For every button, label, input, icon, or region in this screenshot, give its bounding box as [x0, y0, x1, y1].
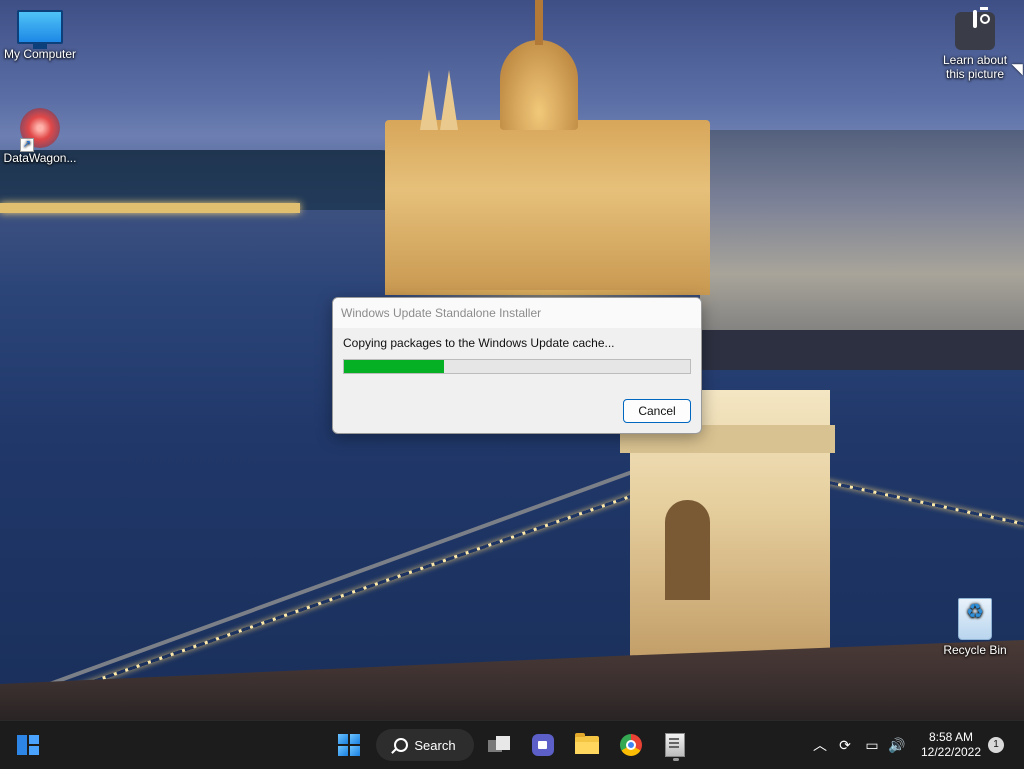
- dialog-message: Copying packages to the Windows Update c…: [343, 336, 615, 350]
- wallpaper-tower-right: [440, 70, 458, 130]
- monitor-icon: [17, 10, 63, 49]
- wallpaper-parliament: [385, 120, 710, 295]
- camera-icon: [955, 10, 995, 50]
- desktop-icon-learn-about-picture[interactable]: Learn about this picture: [935, 10, 1015, 81]
- cancel-button[interactable]: Cancel: [623, 399, 691, 423]
- recycle-bin-icon: ♻: [958, 598, 992, 640]
- desktop-icon-label: Recycle Bin: [943, 643, 1007, 657]
- desktop-icon-recycle-bin[interactable]: ♻ Recycle Bin: [935, 598, 1015, 657]
- datawagon-icon: ↗: [20, 108, 60, 152]
- desktop-icon-datawagon[interactable]: ↗ DataWagon...: [0, 108, 80, 165]
- widgets-icon: [17, 735, 39, 755]
- chrome-icon: [620, 734, 642, 756]
- wallpaper-far-bridge: [0, 203, 300, 213]
- shortcut-arrow-icon: ↗: [20, 138, 34, 152]
- clock-date: 12/22/2022: [920, 745, 982, 759]
- wallpaper-spire: [535, 0, 543, 45]
- clock-time: 8:58 AM: [928, 730, 974, 744]
- desktop-icon-label: My Computer: [3, 47, 77, 61]
- folder-icon: [575, 733, 599, 754]
- installer-icon: [665, 733, 685, 757]
- running-indicator: [673, 758, 679, 761]
- task-view-button[interactable]: [484, 729, 516, 761]
- sync-icon[interactable]: ⟳: [835, 735, 855, 755]
- wallpaper-city: [700, 130, 1024, 370]
- wallpaper-bridge-deck: [0, 640, 1024, 720]
- wallpaper-tower-left: [420, 70, 438, 130]
- wallpaper-bridge-lights-right: [814, 478, 1024, 526]
- start-button[interactable]: [333, 729, 365, 761]
- progress-bar-fill: [344, 360, 445, 373]
- network-icon[interactable]: ▭: [862, 735, 882, 755]
- desktop-icon-label: DataWagon...: [3, 151, 77, 165]
- volume-icon[interactable]: 🔊: [887, 735, 907, 755]
- update-installer-dialog: Windows Update Standalone Installer Copy…: [332, 297, 702, 434]
- windows-logo-icon: [338, 734, 360, 756]
- search-icon: [394, 738, 409, 752]
- dialog-title[interactable]: Windows Update Standalone Installer: [333, 298, 701, 328]
- desktop-icon-label: Learn about this picture: [942, 53, 1008, 81]
- wallpaper-tower-arch: [665, 500, 710, 600]
- search-button[interactable]: Search: [376, 729, 474, 761]
- file-explorer-button[interactable]: [571, 729, 603, 761]
- progress-bar: [343, 359, 691, 374]
- teams-icon: [532, 734, 554, 756]
- teams-chat-button[interactable]: [527, 729, 559, 761]
- installer-taskbar-button[interactable]: [659, 729, 691, 761]
- wallpaper-dome: [500, 40, 578, 130]
- notification-badge[interactable]: 1: [988, 737, 1004, 753]
- widgets-button[interactable]: [12, 729, 44, 761]
- search-label: Search: [414, 737, 456, 753]
- taskbar: Search ︿ ⟳ ▭ 🔊 8:58 AM 12/22/2022 1: [0, 720, 1024, 769]
- show-hidden-icons-chevron-icon[interactable]: ︿: [810, 735, 830, 755]
- desktop-icon-my-computer[interactable]: My Computer: [0, 10, 80, 61]
- clock[interactable]: 8:58 AM 12/22/2022: [914, 730, 988, 760]
- task-view-icon: [488, 736, 512, 754]
- chrome-button[interactable]: [615, 729, 647, 761]
